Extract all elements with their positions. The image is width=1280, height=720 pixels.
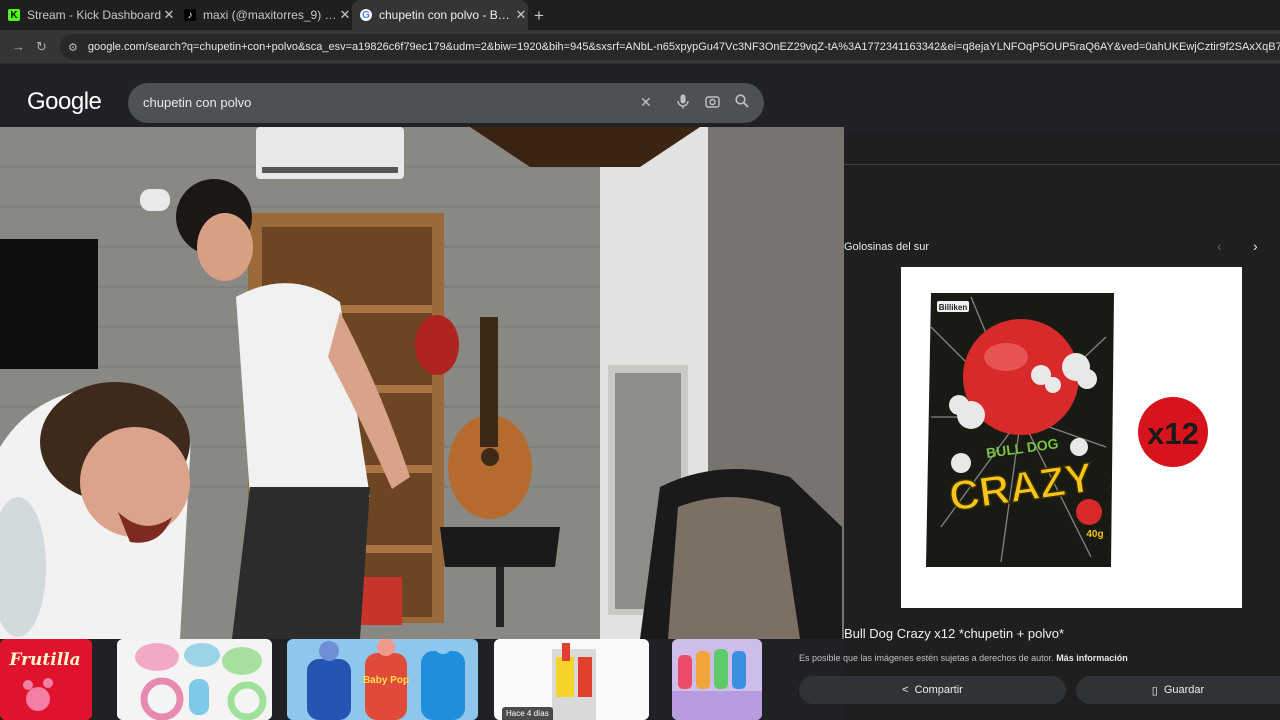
tiktok-icon: ♪: [184, 9, 196, 21]
close-icon[interactable]: ✕: [338, 7, 352, 23]
camera-lens-icon[interactable]: [705, 94, 720, 112]
source-site-name[interactable]: Golosinas del sur: [844, 241, 929, 253]
tab-title: Stream - Kick Dashboard: [27, 8, 162, 22]
product-preview-image[interactable]: Billiken BULL DOG CRAZY 40g x12: [901, 267, 1242, 608]
recency-badge: Hace 4 días: [502, 707, 553, 720]
close-icon[interactable]: ✕: [162, 7, 176, 23]
google-header: Google chupetin con polvo ✕: [0, 64, 1280, 134]
copyright-text: Es posible que las imágenes estén sujeta…: [799, 653, 1054, 663]
product-count-badge: x12: [1147, 416, 1199, 451]
search-icon[interactable]: [735, 94, 749, 111]
microphone-icon[interactable]: [677, 94, 689, 112]
new-tab-button[interactable]: +: [534, 6, 544, 26]
more-info-link[interactable]: Más información: [1056, 653, 1128, 663]
browser-toolbar: → ↻ ⚙ google.com/search?q=chupetin+con+p…: [0, 30, 1280, 64]
share-label: Compartir: [914, 684, 963, 696]
close-icon[interactable]: ✕: [514, 7, 528, 23]
url-text: google.com/search?q=chupetin+con+polvo&s…: [87, 41, 1280, 53]
previous-arrow-icon[interactable]: ‹: [1217, 238, 1222, 254]
tab-kick[interactable]: K Stream - Kick Dashboard ✕: [0, 0, 176, 30]
result-thumbnail[interactable]: Hace 4 días: [494, 639, 649, 720]
tab-tiktok[interactable]: ♪ maxi (@maxitorres_9) | TikTok ✕: [176, 0, 352, 30]
bookmark-icon: ▯: [1151, 684, 1158, 697]
search-box[interactable]: chupetin con polvo ✕: [128, 83, 764, 123]
product-brand: Billiken: [939, 303, 968, 312]
result-thumbnail[interactable]: Frutilla: [0, 639, 92, 720]
clear-icon[interactable]: ✕: [640, 94, 652, 111]
tab-title: maxi (@maxitorres_9) | TikTok: [203, 8, 338, 22]
divider: [844, 164, 1280, 165]
save-label: Guardar: [1163, 684, 1205, 696]
next-arrow-icon[interactable]: ›: [1253, 238, 1258, 254]
thumbnail-label: Frutilla: [8, 650, 80, 670]
search-input[interactable]: chupetin con polvo: [143, 95, 251, 110]
share-icon: <: [902, 684, 909, 696]
webcam-video-overlay: [0, 127, 844, 639]
address-bar[interactable]: ⚙ google.com/search?q=chupetin+con+polvo…: [60, 34, 1280, 60]
image-title[interactable]: Bull Dog Crazy x12 *chupetin + polvo*: [844, 626, 1064, 641]
reload-icon[interactable]: ↻: [36, 39, 47, 55]
save-button[interactable]: ▯ Guardar: [1076, 676, 1280, 704]
copyright-notice: Es posible que las imágenes estén sujeta…: [799, 653, 1128, 663]
result-thumbnail[interactable]: [672, 639, 762, 720]
tab-title: chupetin con polvo - Buscar con Google: [379, 8, 514, 22]
tab-google-search[interactable]: G chupetin con polvo - Buscar con Google…: [352, 0, 528, 30]
result-thumbnail[interactable]: Baby Pop: [287, 639, 478, 720]
site-info-icon[interactable]: ⚙: [68, 41, 78, 54]
product-weight: 40g: [1086, 529, 1103, 540]
result-thumbnail[interactable]: [117, 639, 272, 720]
tab-strip: K Stream - Kick Dashboard ✕ ♪ maxi (@max…: [0, 0, 1280, 30]
google-logo[interactable]: Google: [27, 88, 102, 116]
forward-icon[interactable]: →: [12, 39, 25, 54]
share-button[interactable]: < Compartir: [799, 676, 1066, 704]
google-icon: G: [360, 9, 372, 21]
thumbnail-label: Baby Pop: [363, 675, 409, 686]
image-results-strip: Frutilla Baby Pop Hace 4 días: [0, 639, 790, 720]
kick-icon: K: [8, 9, 20, 21]
